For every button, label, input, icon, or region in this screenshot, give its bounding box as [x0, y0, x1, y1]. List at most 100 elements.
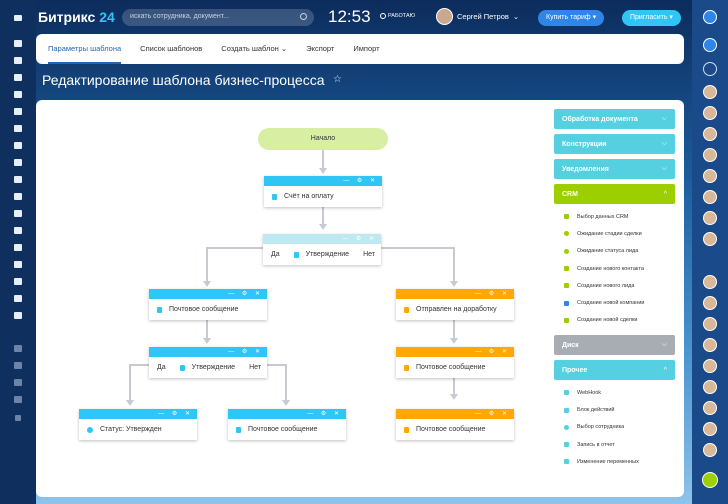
section-document-processing[interactable]: Обработка документа ⌵ — [554, 109, 675, 129]
share-icon[interactable] — [0, 290, 36, 306]
contact-avatar[interactable] — [703, 169, 717, 183]
activity-mail-bottom-mid[interactable]: — ⚙ ✕ Почтовое сообщение — [228, 409, 346, 440]
contact-avatar[interactable] — [703, 232, 717, 246]
activity-controls[interactable]: — ⚙ ✕ — [158, 410, 193, 417]
activity-mail-left[interactable]: — ⚙ ✕ Почтовое сообщение — [149, 289, 267, 320]
activity-controls[interactable]: — ⚙ ✕ — [343, 177, 378, 184]
section-notifications[interactable]: Уведомления ⌵ — [554, 159, 675, 179]
search-input[interactable]: искать сотрудника, документ... — [122, 9, 314, 26]
buy-tariff-button[interactable]: Купить тариф ▾ — [538, 10, 605, 26]
gear-icon[interactable] — [0, 357, 36, 373]
search-icon[interactable] — [703, 62, 717, 76]
contact-avatar[interactable] — [703, 338, 717, 352]
activity-mail-bottom-right[interactable]: — ⚙ ✕ Почтовое сообщение — [396, 409, 514, 440]
section-disk[interactable]: Диск ⌵ — [554, 335, 675, 356]
grid-icon[interactable] — [0, 69, 36, 85]
contact-avatar[interactable] — [703, 359, 717, 373]
help-icon[interactable] — [703, 10, 717, 24]
contact-avatar[interactable] — [703, 148, 717, 162]
contact-avatar[interactable] — [703, 127, 717, 141]
list-item[interactable]: Блок действий — [564, 401, 675, 418]
call-icon[interactable] — [702, 472, 718, 488]
contact-avatar[interactable] — [703, 190, 717, 204]
invite-button[interactable]: Пригласить ▾ — [622, 10, 681, 26]
tab-import[interactable]: Импорт — [353, 34, 379, 64]
tab-create-template[interactable]: Создать шаблон ⌄ — [221, 34, 287, 64]
car-icon[interactable] — [0, 137, 36, 153]
code-icon[interactable] — [0, 154, 36, 170]
activity-revision[interactable]: — ⚙ ✕ Отправлен на доработку — [396, 289, 514, 320]
check-icon — [87, 426, 93, 433]
contact-avatar[interactable] — [703, 85, 717, 99]
building-icon[interactable] — [0, 171, 36, 187]
document-icon — [564, 407, 569, 413]
activity-mail-right[interactable]: — ⚙ ✕ Почтовое сообщение — [396, 347, 514, 378]
notifications-icon[interactable] — [703, 38, 717, 52]
book-icon[interactable] — [0, 120, 36, 136]
right-contacts-bar — [692, 0, 728, 504]
list-item[interactable]: Ожидание статуса лида — [564, 243, 675, 260]
list-item[interactable]: Создание новой сделки — [564, 312, 675, 329]
document-icon — [404, 426, 409, 433]
tab-export[interactable]: Экспорт — [306, 34, 334, 64]
document-icon[interactable] — [0, 239, 36, 255]
contact-avatar[interactable] — [703, 380, 717, 394]
section-other[interactable]: Прочее ^ — [554, 360, 675, 381]
list-item[interactable]: Выбор данных CRM — [564, 208, 675, 225]
calendar-icon[interactable] — [0, 86, 36, 102]
tab-template-params[interactable]: Параметры шаблона — [48, 34, 122, 64]
list-item[interactable]: Создание новой компании — [564, 294, 675, 311]
add-icon[interactable] — [0, 410, 36, 426]
contact-avatar[interactable] — [703, 106, 717, 120]
feed-icon[interactable] — [0, 35, 36, 51]
activity-approval[interactable]: — ⚙ ✕ Да Утверждение Нет — [263, 234, 381, 265]
settings-icon[interactable] — [0, 307, 36, 323]
activity-controls[interactable]: — ⚙ ✕ — [475, 290, 510, 297]
chevron-up-icon: ^ — [663, 366, 667, 374]
list-item[interactable]: Создание нового контакта — [564, 260, 675, 277]
user-menu[interactable]: Сергей Петров ⌄ — [436, 8, 519, 25]
activity-controls[interactable]: — ⚙ ✕ — [307, 410, 342, 417]
contact-avatar[interactable] — [703, 401, 717, 415]
scan-icon[interactable] — [0, 391, 36, 407]
list-item[interactable]: Выбор сотрудника — [564, 419, 675, 436]
section-constructions[interactable]: Конструкции ⌵ — [554, 134, 675, 154]
chart-icon[interactable] — [0, 103, 36, 119]
filter-icon[interactable] — [0, 52, 36, 68]
contact-avatar[interactable] — [703, 211, 717, 225]
contact-avatar[interactable] — [703, 443, 717, 457]
list-item[interactable]: Изменение переменных — [564, 453, 675, 470]
image-icon[interactable] — [0, 222, 36, 238]
menu-icon[interactable] — [0, 10, 36, 26]
sitemap-icon[interactable] — [0, 340, 36, 356]
list-item[interactable]: Ожидание стадии сделки — [564, 225, 675, 242]
section-crm[interactable]: CRM ^ — [554, 184, 675, 204]
contact-avatar[interactable] — [703, 296, 717, 310]
office-icon[interactable] — [0, 205, 36, 221]
video-icon[interactable] — [0, 256, 36, 272]
activity-status[interactable]: — ⚙ ✕ Статус: Утвержден — [79, 409, 197, 440]
start-node[interactable]: Начало — [258, 128, 388, 150]
bank-icon[interactable] — [0, 273, 36, 289]
activity-controls[interactable]: — ⚙ ✕ — [342, 235, 377, 242]
tab-template-list[interactable]: Список шаблонов — [140, 34, 202, 64]
globe-icon[interactable] — [0, 188, 36, 204]
contact-avatar[interactable] — [703, 275, 717, 289]
document-icon — [157, 306, 162, 313]
activity-controls[interactable]: — ⚙ ✕ — [228, 290, 263, 297]
activity-controls[interactable]: — ⚙ ✕ — [475, 410, 510, 417]
activity-invoice[interactable]: — ⚙ ✕ Счёт на оплату — [264, 176, 382, 207]
avatar — [436, 8, 453, 25]
list-item[interactable]: WebHook — [564, 384, 675, 401]
list-item[interactable]: Создание нового лида — [564, 277, 675, 294]
phone-icon[interactable] — [0, 374, 36, 390]
activity-approval-2[interactable]: — ⚙ ✕ Да Утверждение Нет — [149, 347, 267, 378]
star-icon[interactable]: ☆ — [333, 74, 342, 85]
work-status[interactable]: РАБОТАЮ — [380, 13, 415, 19]
activity-controls[interactable]: — ⚙ ✕ — [228, 348, 263, 355]
contact-avatar[interactable] — [703, 317, 717, 331]
logo[interactable]: Битрикс 24 — [38, 9, 115, 25]
activity-controls[interactable]: — ⚙ ✕ — [475, 348, 510, 355]
contact-avatar[interactable] — [703, 422, 717, 436]
list-item[interactable]: Запись в отчет — [564, 436, 675, 453]
